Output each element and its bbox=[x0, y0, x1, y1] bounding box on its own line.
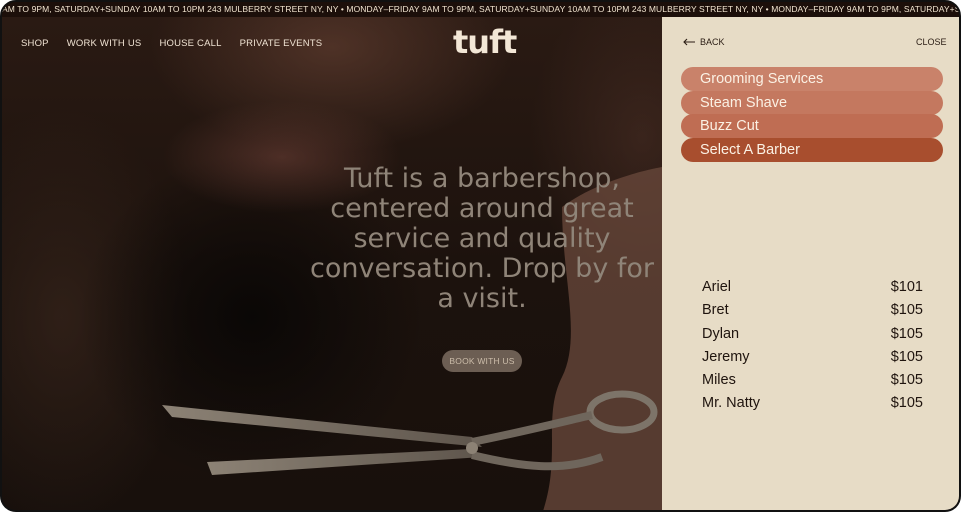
barber-list: Ariel $101 Bret $105 Dylan $105 Jeremy $… bbox=[702, 276, 923, 416]
barber-row-bret[interactable]: Bret $105 bbox=[702, 299, 923, 322]
page-frame: AM TO 9PM, SATURDAY+SUNDAY 10AM TO 10PM … bbox=[0, 0, 961, 512]
book-with-us-button[interactable]: BOOK WITH US bbox=[442, 350, 522, 372]
barber-name: Jeremy bbox=[702, 348, 750, 365]
arrow-left-icon bbox=[683, 38, 696, 46]
back-label: BACK bbox=[700, 37, 725, 47]
barber-price: $105 bbox=[890, 348, 923, 365]
barber-price: $105 bbox=[890, 372, 923, 389]
barber-row-dylan[interactable]: Dylan $105 bbox=[702, 323, 923, 346]
barber-row-ariel[interactable]: Ariel $101 bbox=[702, 276, 923, 299]
nav-work-with-us[interactable]: WORK WITH US bbox=[67, 38, 142, 49]
announcement-ticker: AM TO 9PM, SATURDAY+SUNDAY 10AM TO 10PM … bbox=[2, 2, 959, 17]
nav-shop[interactable]: SHOP bbox=[21, 38, 49, 49]
barber-name: Dylan bbox=[702, 325, 740, 342]
nav-house-call[interactable]: HOUSE CALL bbox=[159, 38, 221, 49]
step-steam-shave[interactable]: Steam Shave bbox=[681, 90, 943, 115]
booking-steps: Grooming Services Steam Shave Buzz Cut S… bbox=[681, 67, 943, 162]
hero-tagline: Tuft is a barbershop, centered around gr… bbox=[309, 163, 655, 314]
barber-price: $105 bbox=[890, 302, 923, 319]
barber-price: $105 bbox=[890, 325, 923, 342]
ticker-text: AM TO 9PM, SATURDAY+SUNDAY 10AM TO 10PM … bbox=[2, 4, 959, 14]
barber-price: $101 bbox=[890, 279, 923, 295]
barber-row-mr-natty[interactable]: Mr. Natty $105 bbox=[702, 392, 923, 415]
close-button[interactable]: CLOSE bbox=[916, 37, 947, 47]
barber-name: Mr. Natty bbox=[702, 395, 761, 412]
barber-row-miles[interactable]: Miles $105 bbox=[702, 369, 923, 392]
booking-panel: BACK CLOSE Grooming Services Steam Shave… bbox=[662, 17, 959, 510]
main-nav: SHOP WORK WITH US HOUSE CALL PRIVATE EVE… bbox=[21, 38, 322, 49]
step-buzz-cut[interactable]: Buzz Cut bbox=[681, 114, 943, 138]
step-grooming-services[interactable]: Grooming Services bbox=[681, 67, 943, 91]
barber-name: Bret bbox=[702, 302, 729, 319]
back-button[interactable]: BACK bbox=[683, 37, 725, 47]
tuft-logo[interactable]: tuft bbox=[453, 23, 517, 61]
nav-private-events[interactable]: PRIVATE EVENTS bbox=[240, 38, 323, 49]
step-select-a-barber[interactable]: Select A Barber bbox=[681, 137, 943, 162]
hero-section: SHOP WORK WITH US HOUSE CALL PRIVATE EVE… bbox=[2, 17, 662, 510]
barber-row-jeremy[interactable]: Jeremy $105 bbox=[702, 346, 923, 369]
barber-price: $105 bbox=[890, 395, 923, 412]
barber-name: Ariel bbox=[702, 279, 732, 295]
barber-name: Miles bbox=[702, 372, 736, 389]
